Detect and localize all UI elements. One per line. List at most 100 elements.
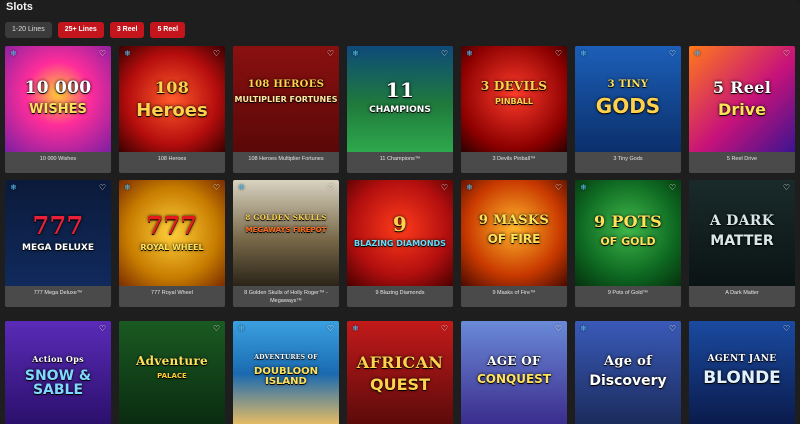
game-thumbnail[interactable]: 777 MEGA DELUXE ❄ ♡ bbox=[5, 180, 111, 286]
game-logo-line: Action Ops bbox=[32, 354, 84, 364]
game-thumbnail[interactable]: Action Ops SNOW & SABLE ♡ bbox=[5, 321, 111, 424]
favorite-heart-icon[interactable]: ♡ bbox=[440, 183, 449, 192]
game-tile[interactable]: 3 DEVILS PINBALL ❄ ♡ 3 Devils Pinball™ bbox=[461, 46, 567, 173]
game-tile[interactable]: Age of Discovery ❄ ♡ bbox=[575, 321, 681, 424]
game-tile[interactable]: 3 TINY GODS ❄ ♡ 3 Tiny Gods bbox=[575, 46, 681, 173]
game-tile[interactable]: AFRICAN QUEST ❄ ♡ bbox=[347, 321, 453, 424]
game-thumbnail[interactable]: 9 BLAZING DIAMONDS ♡ bbox=[347, 180, 453, 286]
filter-25-plus-lines[interactable]: 25+ Lines bbox=[57, 22, 104, 38]
game-title[interactable]: 10 000 Wishes bbox=[5, 152, 111, 173]
game-tile[interactable]: AGENT JANE BLONDE ♡ bbox=[689, 321, 795, 424]
game-logo-line: 9 MASKS bbox=[478, 213, 550, 228]
game-logo-subline: SNOW & SABLE bbox=[24, 368, 92, 398]
game-tile[interactable]: 108 Heroes ❄ ♡ 108 Heroes bbox=[119, 46, 225, 173]
favorite-heart-icon[interactable]: ♡ bbox=[440, 324, 449, 333]
game-thumbnail[interactable]: 9 MASKS OF FIRE ❄ ♡ bbox=[461, 180, 567, 286]
game-title[interactable]: 108 Heroes Multiplier Fortunes bbox=[233, 152, 339, 173]
game-logo-line: 3 DEVILS bbox=[480, 79, 548, 93]
game-title[interactable]: 8 Golden Skulls of Holly Roger™ - Megawa… bbox=[233, 286, 339, 307]
game-thumbnail[interactable]: 8 GOLDEN SKULLS MEGAWAYS FIREPOT ❄ ♡ bbox=[233, 180, 339, 286]
game-title[interactable]: A Dark Matter bbox=[689, 286, 795, 307]
filter-bar: 1-20 Lines 25+ Lines 3 Reel 5 Reel bbox=[5, 22, 186, 38]
game-thumbnail[interactable]: Age of Discovery ❄ ♡ bbox=[575, 321, 681, 424]
game-tile[interactable]: Action Ops SNOW & SABLE ♡ bbox=[5, 321, 111, 424]
game-thumbnail[interactable]: AFRICAN QUEST ❄ ♡ bbox=[347, 321, 453, 424]
game-thumbnail[interactable]: 9 POTS OF GOLD ❄ ♡ bbox=[575, 180, 681, 286]
game-thumbnail[interactable]: 3 TINY GODS ❄ ♡ bbox=[575, 46, 681, 152]
game-thumbnail[interactable]: AGENT JANE BLONDE ♡ bbox=[689, 321, 795, 424]
game-tile[interactable]: 9 POTS OF GOLD ❄ ♡ 9 Pots of Gold™ bbox=[575, 180, 681, 307]
favorite-heart-icon[interactable]: ♡ bbox=[782, 324, 791, 333]
game-title[interactable]: 9 Blazing Diamonds bbox=[347, 286, 453, 307]
game-thumbnail[interactable]: AGE OF CONQUEST ♡ bbox=[461, 321, 567, 424]
game-thumbnail[interactable]: A DARK MATTER ♡ bbox=[689, 180, 795, 286]
favorite-heart-icon[interactable]: ♡ bbox=[782, 49, 791, 58]
game-tile[interactable]: 777 MEGA DELUXE ❄ ♡ 777 Mega Deluxe™ bbox=[5, 180, 111, 307]
game-thumbnail[interactable]: 108 HEROES MULTIPLIER FORTUNES ♡ bbox=[233, 46, 339, 152]
game-logo-line: Adventure bbox=[136, 354, 208, 368]
favorite-heart-icon[interactable]: ♡ bbox=[668, 183, 677, 192]
favorite-heart-icon[interactable]: ♡ bbox=[98, 49, 107, 58]
game-thumbnail[interactable]: 11 CHAMPIONS ❄ ♡ bbox=[347, 46, 453, 152]
game-title[interactable]: 3 Devils Pinball™ bbox=[461, 152, 567, 173]
game-title[interactable]: 777 Royal Wheel bbox=[119, 286, 225, 307]
game-title[interactable]: 9 Masks of Fire™ bbox=[461, 286, 567, 307]
game-tile[interactable]: ADVENTURES OF DOUBLOON ISLAND ❄ ♡ bbox=[233, 321, 339, 424]
game-tile[interactable]: Adventure PALACE ♡ bbox=[119, 321, 225, 424]
game-tile[interactable]: 11 CHAMPIONS ❄ ♡ 11 Champions™ bbox=[347, 46, 453, 173]
favorite-heart-icon[interactable]: ♡ bbox=[326, 324, 335, 333]
favorite-heart-icon[interactable]: ♡ bbox=[554, 324, 563, 333]
favorite-heart-icon[interactable]: ♡ bbox=[212, 324, 221, 333]
game-logo-line: 5 Reel bbox=[712, 78, 772, 97]
game-logo-subline: QUEST bbox=[370, 375, 430, 394]
game-logo-subline: Drive bbox=[718, 100, 766, 119]
favorite-heart-icon[interactable]: ♡ bbox=[440, 49, 449, 58]
game-thumbnail[interactable]: 108 Heroes ❄ ♡ bbox=[119, 46, 225, 152]
game-logo-line: 108 HEROES bbox=[247, 79, 325, 90]
game-tile[interactable]: 5 Reel Drive ❄ ♡ 5 Reel Drive bbox=[689, 46, 795, 173]
favorite-heart-icon[interactable]: ♡ bbox=[98, 324, 107, 333]
favorite-heart-icon[interactable]: ♡ bbox=[212, 49, 221, 58]
favorite-heart-icon[interactable]: ♡ bbox=[326, 183, 335, 192]
favorite-heart-icon[interactable]: ♡ bbox=[668, 324, 677, 333]
favorite-heart-icon[interactable]: ♡ bbox=[98, 183, 107, 192]
game-title[interactable]: 11 Champions™ bbox=[347, 152, 453, 173]
game-tile[interactable]: 9 MASKS OF FIRE ❄ ♡ 9 Masks of Fire™ bbox=[461, 180, 567, 307]
game-title[interactable]: 5 Reel Drive bbox=[689, 152, 795, 173]
game-tile[interactable]: 8 GOLDEN SKULLS MEGAWAYS FIREPOT ❄ ♡ 8 Golde… bbox=[233, 180, 339, 307]
snowflake-icon: ❄ bbox=[238, 324, 245, 333]
game-tile[interactable]: AGE OF CONQUEST ♡ bbox=[461, 321, 567, 424]
favorite-heart-icon[interactable]: ♡ bbox=[554, 49, 563, 58]
game-thumbnail[interactable]: 3 DEVILS PINBALL ❄ ♡ bbox=[461, 46, 567, 152]
game-tile[interactable]: 777 ROYAL WHEEL ❄ ♡ 777 Royal Wheel bbox=[119, 180, 225, 307]
filter-5-reel[interactable]: 5 Reel bbox=[150, 22, 186, 38]
game-thumbnail[interactable]: Adventure PALACE ♡ bbox=[119, 321, 225, 424]
game-tile[interactable]: A DARK MATTER ♡ A Dark Matter bbox=[689, 180, 795, 307]
game-logo-line: 8 GOLDEN SKULLS bbox=[245, 213, 327, 222]
game-title[interactable]: 9 Pots of Gold™ bbox=[575, 286, 681, 307]
favorite-heart-icon[interactable]: ♡ bbox=[212, 183, 221, 192]
favorite-heart-icon[interactable]: ♡ bbox=[782, 183, 791, 192]
game-tile[interactable]: 10 000 WISHES ❄ ♡ 10 000 Wishes bbox=[5, 46, 111, 173]
game-tile[interactable]: 108 HEROES MULTIPLIER FORTUNES ♡ 108 Heroes… bbox=[233, 46, 339, 173]
game-logo-subline: CONQUEST bbox=[476, 372, 552, 386]
game-logo-subline: MATTER bbox=[710, 233, 774, 249]
filter-1-20-lines[interactable]: 1-20 Lines bbox=[5, 22, 52, 38]
favorite-heart-icon[interactable]: ♡ bbox=[554, 183, 563, 192]
game-title[interactable]: 108 Heroes bbox=[119, 152, 225, 173]
game-thumbnail[interactable]: 10 000 WISHES ❄ ♡ bbox=[5, 46, 111, 152]
snowflake-icon: ❄ bbox=[466, 49, 473, 58]
game-thumbnail[interactable]: 5 Reel Drive ❄ ♡ bbox=[689, 46, 795, 152]
game-tile[interactable]: 9 BLAZING DIAMONDS ♡ 9 Blazing Diamonds bbox=[347, 180, 453, 307]
game-thumbnail[interactable]: ADVENTURES OF DOUBLOON ISLAND ❄ ♡ bbox=[233, 321, 339, 424]
game-logo-subline: PINBALL bbox=[494, 97, 534, 106]
game-title[interactable]: 777 Mega Deluxe™ bbox=[5, 286, 111, 307]
snowflake-icon: ❄ bbox=[352, 324, 359, 333]
game-title[interactable]: 3 Tiny Gods bbox=[575, 152, 681, 173]
favorite-heart-icon[interactable]: ♡ bbox=[326, 49, 335, 58]
game-logo-line: 777 bbox=[146, 211, 198, 240]
filter-3-reel[interactable]: 3 Reel bbox=[109, 22, 145, 38]
section-title: Slots bbox=[6, 1, 33, 13]
favorite-heart-icon[interactable]: ♡ bbox=[668, 49, 677, 58]
game-thumbnail[interactable]: 777 ROYAL WHEEL ❄ ♡ bbox=[119, 180, 225, 286]
